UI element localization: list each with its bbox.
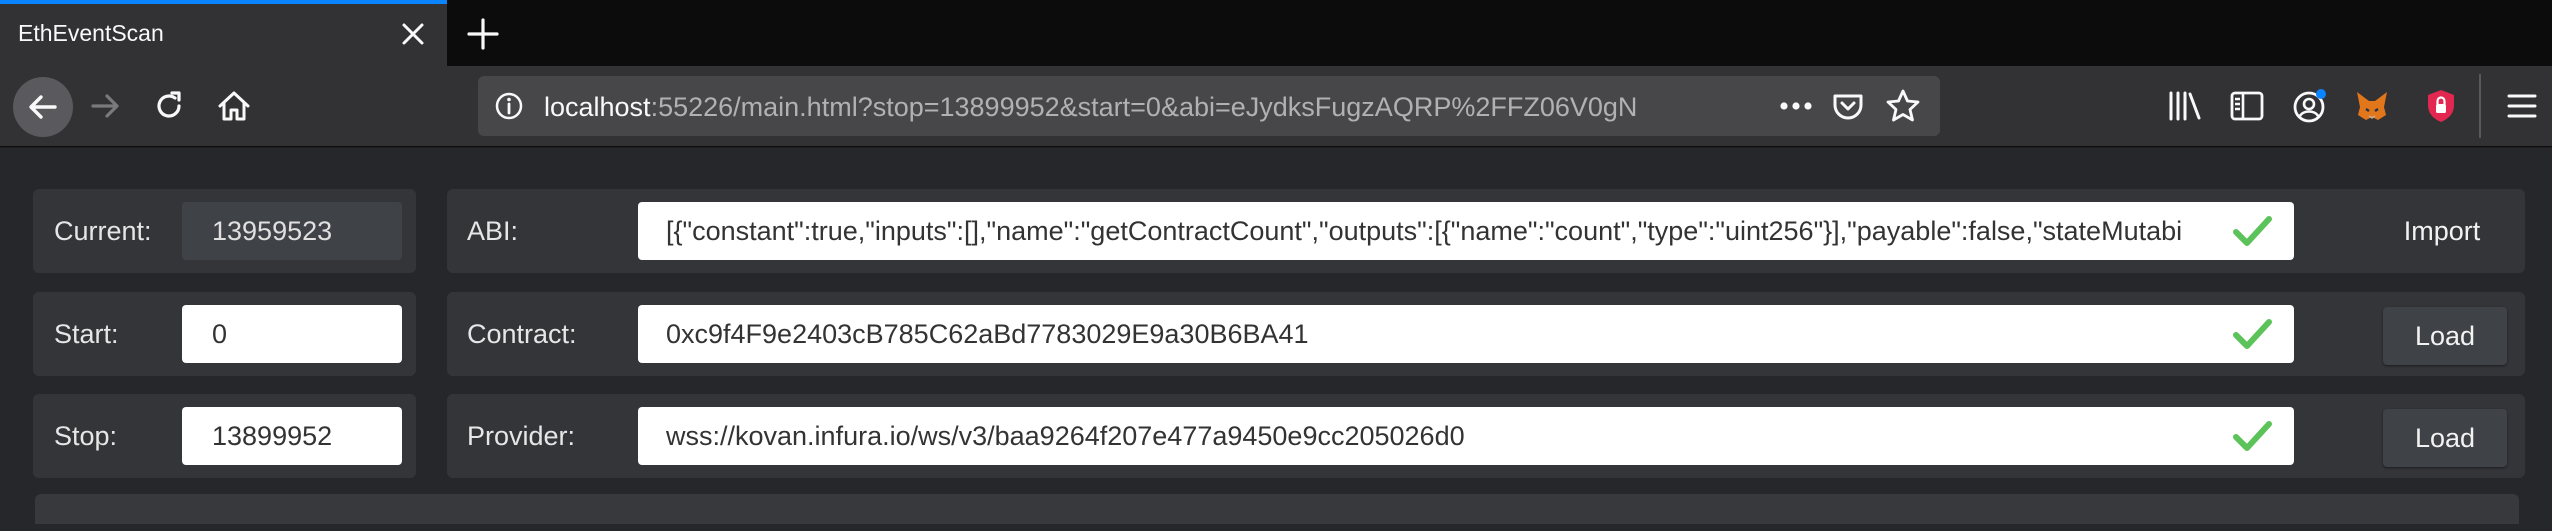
current-panel: Current: 13959523 <box>33 189 416 273</box>
pocket-button[interactable] <box>1830 88 1866 124</box>
forward-button[interactable] <box>78 79 132 133</box>
contract-label: Contract: <box>467 319 577 349</box>
reload-icon <box>157 91 181 118</box>
stop-panel: Stop: 13899952 <box>33 394 416 478</box>
library-icon <box>2169 91 2201 121</box>
stop-label: Stop: <box>54 421 118 451</box>
provider-panel: Provider: wss://kovan.infura.io/ws/v3/ba… <box>447 394 2525 478</box>
reload-button[interactable] <box>142 79 196 133</box>
library-button[interactable] <box>2165 86 2205 126</box>
site-info-icon[interactable] <box>494 91 524 121</box>
back-arrow-icon <box>29 95 57 119</box>
abi-input[interactable]: [{"constant":true,"inputs":[],"name":"ge… <box>638 202 2294 260</box>
abi-panel: ABI: [{"constant":true,"inputs":[],"name… <box>447 189 2525 273</box>
provider-valid-check-icon <box>2233 421 2272 451</box>
star-icon <box>1886 89 1920 122</box>
current-block-field: 13959523 <box>182 202 402 260</box>
menu-button[interactable] <box>2502 86 2542 126</box>
navigation-toolbar: localhost:55226/main.html?stop=13899952&… <box>0 66 2552 147</box>
metamask-fox-icon <box>2357 92 2387 120</box>
account-icon <box>2293 89 2326 123</box>
current-label: Current: <box>54 216 152 246</box>
abi-label: ABI: <box>467 216 519 246</box>
url-text[interactable]: localhost:55226/main.html?stop=13899952&… <box>544 92 1664 123</box>
bookmark-star-button[interactable] <box>1885 88 1921 124</box>
provider-label: Provider: <box>467 421 576 451</box>
contract-panel: Contract: 0xc9f4F9e2403cB785C62aBd778302… <box>447 292 2525 376</box>
start-panel: Start: 0 <box>33 292 416 376</box>
stop-block-input[interactable]: 13899952 <box>182 407 402 465</box>
red-shield-icon <box>2428 90 2454 122</box>
sidebar-button[interactable] <box>2227 86 2267 126</box>
load-contract-button[interactable]: Load <box>2383 307 2507 365</box>
tab-title: EthEventScan <box>18 20 164 46</box>
back-button[interactable] <box>13 77 73 137</box>
new-tab-icon[interactable] <box>463 14 503 54</box>
tab-ethevent-scan[interactable]: EthEventScan <box>0 0 447 66</box>
home-button[interactable] <box>207 79 261 133</box>
url-path: :55226/main.html?stop=13899952&start=0&a… <box>650 92 1638 122</box>
abi-valid-check-icon <box>2233 216 2272 246</box>
page-actions-button[interactable] <box>1778 88 1814 124</box>
more-dots-icon <box>1780 102 1812 110</box>
provider-url-input[interactable]: wss://kovan.infura.io/ws/v3/baa9264f207e… <box>638 407 2294 465</box>
address-bar[interactable]: localhost:55226/main.html?stop=13899952&… <box>478 76 1940 136</box>
results-panel-top <box>35 494 2519 524</box>
forward-arrow-icon <box>91 94 119 118</box>
contract-address-input[interactable]: 0xc9f4F9e2403cB785C62aBd7783029E9a30B6BA… <box>638 305 2294 363</box>
privacy-extension-button[interactable] <box>2421 86 2461 126</box>
metamask-extension-button[interactable] <box>2352 86 2392 126</box>
import-button[interactable]: Import <box>2378 202 2506 260</box>
contract-valid-check-icon <box>2233 319 2272 349</box>
url-host: localhost <box>544 92 651 122</box>
hamburger-menu-icon <box>2507 94 2537 118</box>
pocket-icon <box>1833 94 1863 120</box>
start-label: Start: <box>54 319 119 349</box>
account-button[interactable] <box>2290 86 2330 126</box>
toolbar-separator <box>2479 74 2481 138</box>
tab-strip: EthEventScan <box>0 0 2552 66</box>
close-icon[interactable] <box>396 17 430 51</box>
active-tab-indicator <box>0 0 447 4</box>
home-icon <box>218 91 250 121</box>
start-block-input[interactable]: 0 <box>182 305 402 363</box>
sidebar-icon <box>2230 91 2264 121</box>
load-provider-button[interactable]: Load <box>2383 409 2507 467</box>
